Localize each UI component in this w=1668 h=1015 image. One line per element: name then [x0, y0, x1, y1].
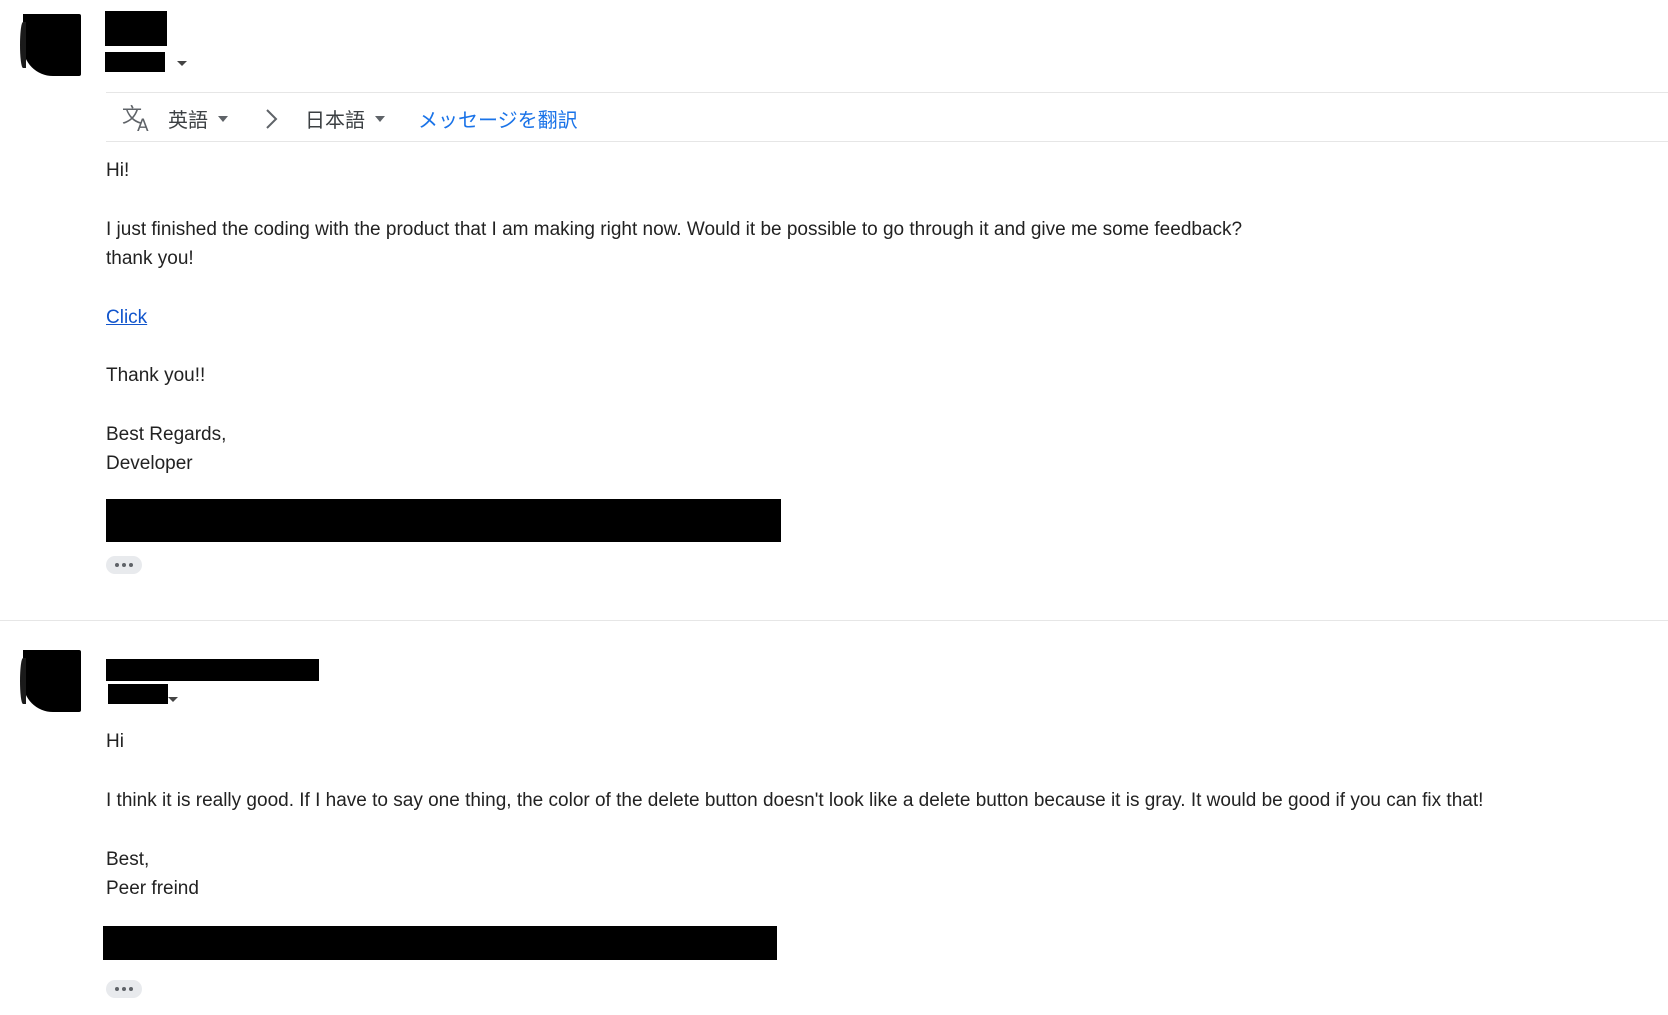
message2-body-line: I think it is really good. If I have to … — [106, 790, 1484, 811]
message1-show-trimmed-ellipsis-icon[interactable] — [106, 556, 142, 574]
recipient-details-caret-icon[interactable] — [168, 697, 178, 702]
sender-name-redacted — [106, 659, 319, 681]
translate-icon: 文 A — [122, 103, 149, 133]
message2-greeting: Hi — [106, 731, 124, 752]
message1-signoff: Best Regards, — [106, 424, 227, 445]
message-divider — [0, 620, 1668, 621]
message1-link[interactable]: Click — [106, 303, 147, 332]
sender-avatar — [20, 650, 81, 712]
source-language-label: 英語 — [168, 110, 208, 132]
translate-bar-bottom-divider — [106, 141, 1668, 142]
recipient-redacted[interactable] — [105, 52, 165, 72]
message1-body-line: I just finished the coding with the prod… — [106, 219, 1243, 240]
chevron-right-icon — [266, 109, 278, 129]
chevron-down-icon — [375, 115, 385, 122]
recipient-redacted[interactable] — [108, 684, 168, 704]
message1-signature-name: Developer — [106, 453, 193, 474]
message2-show-trimmed-ellipsis-icon[interactable] — [106, 980, 142, 998]
message2-signature-redacted — [103, 926, 777, 960]
target-language-label: 日本語 — [305, 110, 365, 132]
message2-signature-name: Peer freind — [106, 878, 199, 899]
message1-signature-redacted — [106, 499, 781, 542]
message1-greeting: Hi! — [106, 160, 130, 181]
target-language-select[interactable]: 日本語 — [305, 104, 385, 133]
svg-text:A: A — [137, 116, 149, 133]
chevron-down-icon — [218, 115, 228, 122]
message1-closing-line: Thank you!! — [106, 365, 206, 386]
sender-name-redacted — [105, 11, 167, 46]
translate-bar-top-divider — [106, 92, 1668, 93]
translate-message-link[interactable]: メッセージを翻訳 — [418, 104, 578, 133]
source-language-select[interactable]: 英語 — [168, 104, 228, 133]
message2-signoff: Best, — [106, 849, 150, 870]
sender-avatar — [20, 14, 81, 76]
recipient-details-caret-icon[interactable] — [177, 61, 187, 66]
message1-body-line: thank you! — [106, 248, 194, 269]
